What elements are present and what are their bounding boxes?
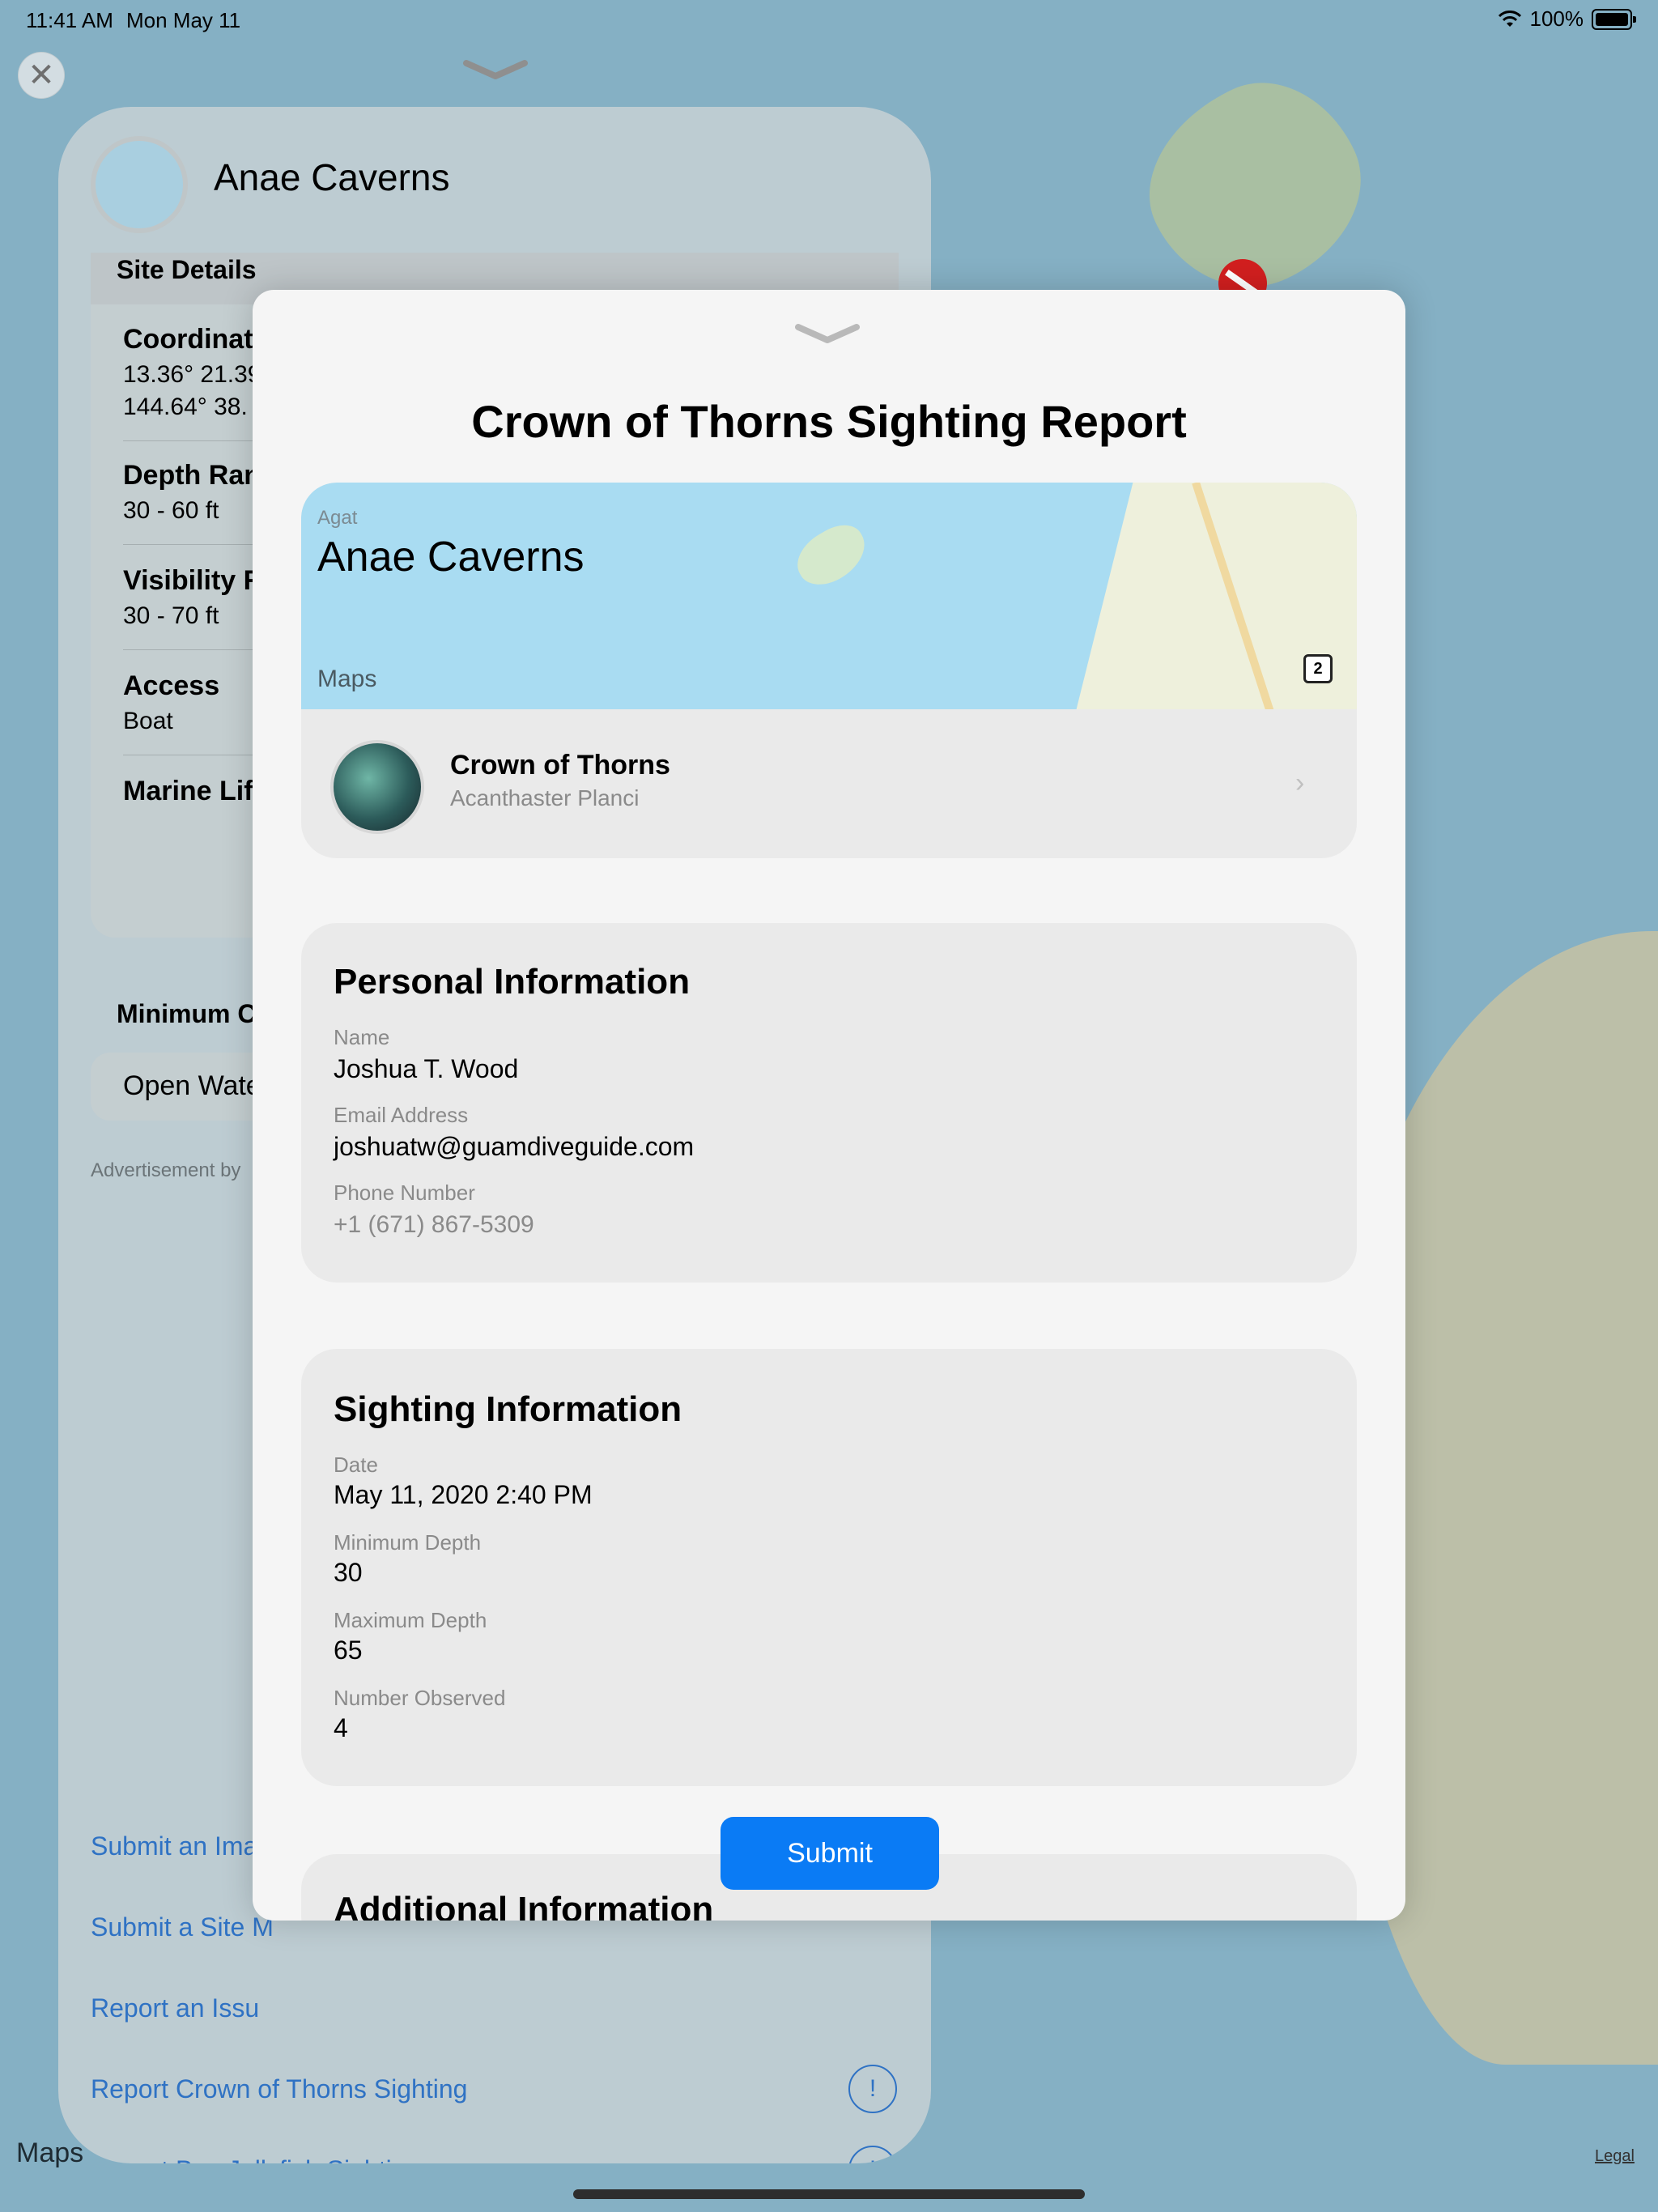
- email-label: Email Address: [334, 1103, 469, 1127]
- depth-range-label: Depth Ran: [123, 460, 261, 491]
- max-depth-field[interactable]: 65: [334, 1636, 363, 1665]
- species-name: Crown of Thorns: [450, 750, 670, 781]
- visibility-label: Visibility R: [123, 565, 264, 596]
- map-snapshot-maps-logo: Maps: [317, 666, 377, 692]
- sheet-title: Crown of Thorns Sighting Report: [471, 396, 1187, 447]
- access-label: Access: [123, 670, 220, 701]
- email-field[interactable]: joshuatw@guamdiveguide.com: [334, 1132, 694, 1162]
- exclamation-icon[interactable]: !: [848, 2065, 897, 2113]
- site-details-header: Site Details: [117, 255, 257, 284]
- sighting-info-card: Sighting Information Date May 11, 2020 2…: [301, 1349, 1357, 1786]
- submit-button[interactable]: Submit: [721, 1817, 939, 1890]
- apple-maps-logo: Maps: [16, 2138, 84, 2168]
- max-depth-label: Maximum Depth: [334, 1608, 487, 1632]
- date-label: Date: [334, 1453, 378, 1477]
- phone-field[interactable]: +1 (671) 867-5309: [334, 1211, 534, 1239]
- species-thumbnail: [330, 740, 424, 834]
- dismiss-chevron-down-icon[interactable]: [795, 322, 860, 347]
- status-date: Mon May 11: [126, 8, 241, 32]
- map-snapshot-island: [788, 516, 875, 595]
- close-icon: ✕: [28, 57, 55, 93]
- sighting-info-title: Sighting Information: [334, 1389, 682, 1429]
- name-label: Name: [334, 1025, 390, 1049]
- status-right: 100%: [1498, 6, 1636, 32]
- phone-label: Phone Number: [334, 1180, 475, 1205]
- report-cot-link[interactable]: Report Crown of Thorns Sighting: [91, 2074, 467, 2104]
- site-card: Agat Anae Caverns Maps 2 Crown of Thorns…: [301, 483, 1357, 858]
- map-region: Agat: [317, 507, 358, 529]
- submit-site-map-link[interactable]: Submit a Site M: [91, 1912, 274, 1942]
- species-scientific-name: Acanthaster Planci: [450, 785, 640, 810]
- close-button[interactable]: ✕: [18, 52, 65, 99]
- name-field[interactable]: Joshua T. Wood: [334, 1054, 518, 1084]
- personal-info-title: Personal Information: [334, 962, 691, 1002]
- legal-link[interactable]: Legal: [1595, 2147, 1635, 2166]
- number-observed-field[interactable]: 4: [334, 1713, 348, 1743]
- min-depth-field[interactable]: 30: [334, 1558, 363, 1588]
- date-field[interactable]: May 11, 2020 2:40 PM: [334, 1480, 593, 1510]
- coordinates-label: Coordinate: [123, 324, 269, 355]
- map-site-name: Anae Caverns: [317, 534, 585, 581]
- additional-info-title: Additional Information: [334, 1890, 714, 1921]
- min-depth-label: Minimum Depth: [334, 1530, 482, 1555]
- map-snapshot[interactable]: Agat Anae Caverns Maps 2: [301, 483, 1357, 709]
- chevron-right-icon: ›: [1295, 768, 1305, 798]
- site-title: Anae Caverns: [214, 156, 450, 198]
- access-value: Boat: [123, 708, 173, 734]
- battery-percent: 100%: [1529, 6, 1584, 31]
- site-thumbnail: [91, 136, 188, 233]
- minimum-cert-value: Open Wate: [123, 1070, 261, 1101]
- home-indicator[interactable]: [573, 2189, 1085, 2199]
- number-observed-label: Number Observed: [334, 1686, 506, 1710]
- marine-life-label[interactable]: Marine Lif: [123, 776, 253, 807]
- status-time: 11:41 AM: [26, 8, 113, 32]
- coordinates-lat: 13.36° 21.39: [123, 361, 261, 388]
- sighting-report-sheet: Crown of Thorns Sighting Report Agat Ana…: [253, 290, 1405, 1921]
- species-row[interactable]: Crown of Thorns Acanthaster Planci ›: [301, 709, 1357, 858]
- wifi-icon: [1498, 10, 1521, 27]
- advertisement-label: Advertisement by: [91, 1159, 241, 1181]
- status-bar: 11:41 AM Mon May 11 100%: [0, 0, 1658, 39]
- submit-image-link[interactable]: Submit an Imag: [91, 1831, 272, 1861]
- exclamation-icon[interactable]: !: [848, 2146, 897, 2163]
- report-jellyfish-link[interactable]: Report Box Jellyfish Sighting: [91, 2155, 420, 2163]
- minimum-cert-header: Minimum C: [117, 999, 257, 1028]
- coordinates-lon: 144.64° 38.: [123, 393, 248, 420]
- route-badge: 2: [1303, 654, 1333, 683]
- depth-range-value: 30 - 60 ft: [123, 497, 219, 524]
- personal-info-card: Personal Information Name Joshua T. Wood…: [301, 923, 1357, 1283]
- visibility-value: 30 - 70 ft: [123, 602, 219, 629]
- battery-icon: [1592, 8, 1636, 30]
- panel-chevron-down-icon[interactable]: [463, 58, 528, 83]
- report-issue-link[interactable]: Report an Issu: [91, 1993, 259, 2023]
